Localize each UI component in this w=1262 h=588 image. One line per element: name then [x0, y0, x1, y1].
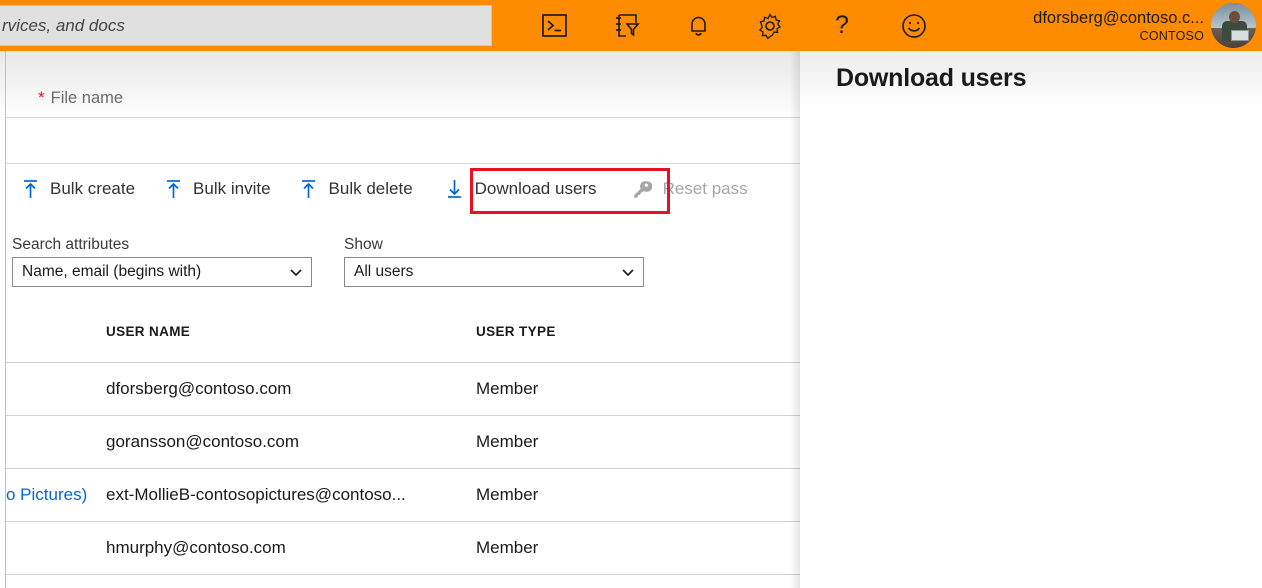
bulk-create-button[interactable]: Bulk create	[6, 167, 149, 211]
search-placeholder-text: rvices, and docs	[2, 16, 125, 36]
help-question-icon[interactable]: ?	[806, 0, 878, 51]
avatar[interactable]	[1211, 3, 1256, 48]
search-attributes-select[interactable]: Name, email (begins with)	[12, 257, 312, 287]
upload-arrow-icon	[299, 178, 319, 200]
filter-row: Search attributes Name, email (begins wi…	[12, 236, 644, 287]
search-attributes-value: Name, email (begins with)	[22, 263, 201, 281]
file-name-label: File name	[51, 89, 123, 108]
column-header-user-type[interactable]: USER TYPE	[476, 324, 776, 339]
key-icon	[633, 178, 653, 200]
bulk-create-label: Bulk create	[50, 179, 135, 199]
bulk-invite-button[interactable]: Bulk invite	[149, 167, 284, 211]
search-attributes-field: Search attributes Name, email (begins wi…	[12, 236, 312, 287]
download-users-panel: Download users	[800, 51, 1262, 588]
cell-user-name: goransson@contoso.com	[106, 432, 476, 452]
show-select[interactable]: All users	[344, 257, 644, 287]
file-name-label-group: * File name	[38, 88, 123, 108]
panel-title: Download users	[836, 64, 1026, 93]
search-input[interactable]: rvices, and docs	[0, 5, 492, 46]
azure-portal-screen: rvices, and docs	[0, 0, 1262, 588]
cell-user-name: dforsberg@contoso.com	[106, 379, 476, 399]
avatar-laptop	[1231, 30, 1249, 41]
top-navigation-bar: rvices, and docs	[0, 0, 1262, 51]
show-value: All users	[354, 263, 413, 281]
account-info[interactable]: dforsberg@contoso.c... CONTOSO	[1033, 0, 1204, 51]
show-field: Show All users	[344, 236, 644, 287]
settings-gear-icon[interactable]	[734, 0, 806, 51]
cell-user-type: Member	[476, 538, 776, 558]
notifications-bell-icon[interactable]	[662, 0, 734, 51]
panel-shadow	[790, 51, 800, 588]
cell-user-type: Member	[476, 485, 776, 505]
account-organization: CONTOSO	[1140, 28, 1204, 44]
svg-text:?: ?	[835, 13, 849, 39]
topbar-icon-group: ?	[518, 0, 950, 51]
feedback-smiley-icon[interactable]	[878, 0, 950, 51]
column-header-user-name[interactable]: USER NAME	[106, 324, 476, 339]
directory-filter-icon[interactable]	[590, 0, 662, 51]
cloud-shell-icon[interactable]	[518, 0, 590, 51]
global-search[interactable]: rvices, and docs	[0, 5, 492, 46]
chevron-down-icon	[289, 265, 303, 279]
show-label: Show	[344, 236, 644, 254]
row-tag-link[interactable]: o Pictures)	[6, 485, 106, 505]
chevron-down-icon	[621, 265, 635, 279]
cell-user-name: hmurphy@contoso.com	[106, 538, 476, 558]
bulk-delete-label: Bulk delete	[329, 179, 413, 199]
cell-user-type: Member	[476, 432, 776, 452]
download-arrow-icon	[445, 178, 465, 200]
account-name: dforsberg@contoso.c...	[1033, 8, 1204, 28]
avatar-person-head	[1229, 11, 1240, 23]
upload-arrow-icon	[163, 178, 183, 200]
reset-password-label: Reset pass	[663, 179, 748, 199]
download-users-button[interactable]: Download users	[427, 167, 611, 211]
reset-password-button: Reset pass	[611, 167, 762, 211]
required-asterisk: *	[38, 88, 45, 108]
search-attributes-label: Search attributes	[12, 236, 312, 254]
download-users-label: Download users	[475, 179, 597, 199]
bulk-delete-button[interactable]: Bulk delete	[285, 167, 427, 211]
cell-user-type: Member	[476, 379, 776, 399]
bulk-invite-label: Bulk invite	[193, 179, 270, 199]
upload-arrow-icon	[20, 178, 40, 200]
cell-user-name: ext-MollieB-contosopictures@contoso...	[106, 485, 476, 505]
